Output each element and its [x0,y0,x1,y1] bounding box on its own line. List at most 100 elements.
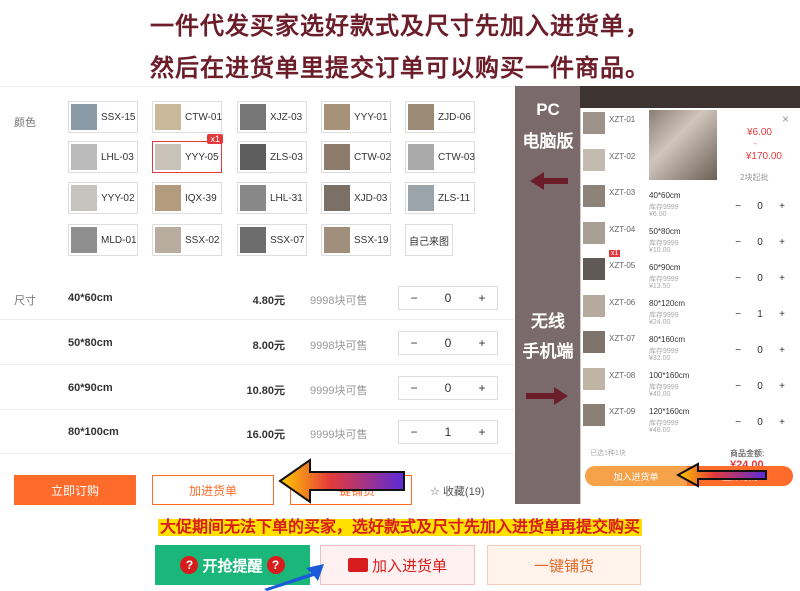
color-option[interactable]: XJD-03 [321,182,391,214]
color-option-label: SSX-07 [270,234,305,246]
color-option[interactable]: CTW-02 [321,141,391,173]
quantity-value[interactable]: 0 [433,336,463,350]
mobile-thumbnail[interactable] [583,294,605,317]
mobile-thumbnail[interactable] [583,148,605,171]
add-to-cart-button[interactable]: 加进货单 [152,475,274,505]
color-option-label: SSX-15 [101,111,136,123]
cart-label: 加入进货单 [371,557,447,575]
size-name: 80*100cm [68,426,119,438]
quantity-value[interactable]: 0 [750,237,770,248]
pc-label: PC [536,100,560,119]
minus-button[interactable]: − [399,425,429,439]
mobile-thumbnail[interactable] [583,112,605,134]
color-option[interactable]: LHL-31 [237,182,307,214]
mobile-thumbnail[interactable] [583,221,605,244]
size-row: 50*80cm 8.00元 9998块可售 −0 + [0,321,515,365]
mobile-thumbnail[interactable] [583,185,605,207]
color-option[interactable]: SSX-19 [321,224,391,256]
minus-button[interactable]: − [728,345,748,356]
minus-button[interactable]: − [399,336,429,350]
remind-label: 开抢提醒 [202,557,263,575]
mobile-size-name: 100*160cm [649,371,690,380]
plus-button[interactable]: + [772,309,792,320]
color-option[interactable]: YYY-01 [321,101,391,133]
mobile-thumbnail[interactable] [583,404,605,426]
minus-button[interactable]: − [399,291,429,305]
bottom-add-to-cart-button[interactable]: 加入进货单 [320,545,475,585]
quantity-value[interactable]: 0 [433,291,463,305]
color-thumbnail [155,144,181,170]
color-option[interactable]: CTW-03 [405,141,475,173]
mobile-size-name: 80*120cm [649,299,686,308]
minus-button[interactable]: − [728,309,748,320]
color-option-label: ZLS-11 [438,192,471,204]
mobile-thumbnail[interactable] [583,367,605,390]
color-thumbnail [240,185,266,211]
color-thumbnail [324,104,350,130]
quantity-value[interactable]: 1 [750,309,770,320]
quantity-value[interactable]: 1 [433,425,463,439]
plus-button[interactable]: + [772,201,792,212]
color-option-label: IQX-39 [185,192,217,204]
minus-button[interactable]: − [728,201,748,212]
quantity-value[interactable]: 0 [750,201,770,212]
plus-button[interactable]: + [772,237,792,248]
plus-button[interactable]: + [467,381,497,395]
color-option[interactable]: SSX-02 [152,224,222,256]
mobile-thumbnail-label: XZT-05 [609,261,636,270]
close-icon[interactable]: × [782,112,789,126]
mobile-add-to-cart-button[interactable]: 加入进货单 [585,466,687,486]
quantity-value[interactable]: 0 [750,345,770,356]
headline-line2: 然后在进货单里提交订单可以购买一件商品。 [150,55,650,82]
color-thumbnail [155,185,181,211]
mobile-thumbnail-label: XZT-02 [609,151,636,161]
mobile-thumbnail-label: XZT-06 [609,297,636,307]
quantity-stepper: −1 + [398,420,498,444]
minus-button[interactable]: − [728,237,748,248]
color-option[interactable]: SSX-07 [237,224,307,256]
product-photo [649,110,717,180]
color-option[interactable]: IQX-39 [152,182,222,214]
plus-button[interactable]: + [467,425,497,439]
minus-button[interactable]: − [728,381,748,392]
color-option[interactable]: LHL-03 [68,141,138,173]
color-option[interactable]: 自己来图 [405,224,453,256]
color-option[interactable]: ZLS-03 [237,141,307,173]
mobile-thumbnail[interactable] [583,331,605,353]
color-option-label: YYY-02 [101,192,135,204]
minus-button[interactable]: − [728,273,748,284]
arrow-left-icon [676,462,767,488]
plus-button[interactable]: + [772,381,792,392]
mobile-thumbnail[interactable] [583,258,605,280]
favorite-button[interactable]: ☆ 收藏(19) [430,483,485,499]
plus-button[interactable]: + [772,273,792,284]
color-option[interactable]: MLD-01 [68,224,138,256]
color-option-label: ZJD-06 [438,111,471,123]
color-option[interactable]: SSX-15 [68,101,138,133]
color-option[interactable]: YYY-05 x1 [152,134,223,173]
bottom-distribute-button[interactable]: 一键铺货 [487,545,641,585]
quantity-value[interactable]: 0 [750,273,770,284]
color-option-label: CTW-02 [354,151,392,163]
color-option[interactable]: CTW-01 [152,101,222,133]
quantity-value[interactable]: 0 [433,381,463,395]
plus-button[interactable]: + [467,336,497,350]
minus-button[interactable]: − [399,381,429,395]
plus-button[interactable]: + [772,345,792,356]
plus-button[interactable]: + [467,291,497,305]
size-row: 60*90cm 10.80元 9999块可售 −0 + [0,366,515,410]
order-now-button[interactable]: 立即订购 [14,475,136,505]
size-price: 4.80元 [252,295,285,307]
quantity-value[interactable]: 0 [750,381,770,392]
color-option[interactable]: ZJD-06 [405,101,475,133]
minus-button[interactable]: − [728,417,748,428]
quantity-stepper: −0 + [398,331,498,355]
mobile-price-dash: - [754,139,757,148]
color-option-label: XJD-03 [354,192,388,204]
arrow-up-icon [264,564,324,591]
color-option[interactable]: XJZ-03 [237,101,307,133]
color-option[interactable]: ZLS-11 [405,182,475,214]
plus-button[interactable]: + [772,417,792,428]
quantity-value[interactable]: 0 [750,417,770,428]
color-option[interactable]: YYY-02 [68,182,138,214]
